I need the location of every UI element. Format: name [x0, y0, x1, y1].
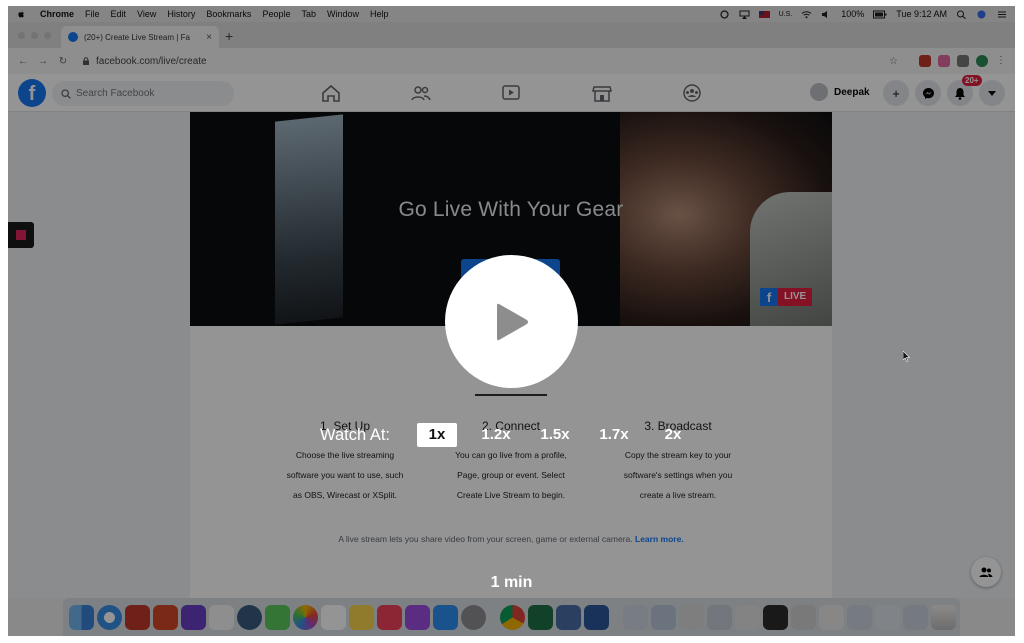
screen: Chrome File Edit View History Bookmarks …	[8, 6, 1015, 636]
speed-option-2x[interactable]: 2x	[653, 423, 693, 447]
screenshot-frame: Chrome File Edit View History Bookmarks …	[0, 0, 1024, 643]
playback-speed-selector: Watch At: 1x 1.2x 1.5x 1.7x 2x	[320, 423, 712, 447]
speed-option-1x[interactable]: 1x	[417, 423, 457, 447]
speed-option-1-2x[interactable]: 1.2x	[476, 423, 516, 447]
watch-at-label: Watch At:	[320, 425, 390, 444]
video-player-overlay[interactable]: Watch At: 1x 1.2x 1.5x 1.7x 2x 1 min	[8, 6, 1015, 636]
mouse-cursor-icon	[903, 351, 911, 362]
speed-option-1-5x[interactable]: 1.5x	[535, 423, 575, 447]
speed-option-1-7x[interactable]: 1.7x	[594, 423, 634, 447]
play-button[interactable]	[445, 255, 578, 388]
video-duration: 1 min	[490, 574, 533, 591]
play-icon	[496, 303, 528, 340]
